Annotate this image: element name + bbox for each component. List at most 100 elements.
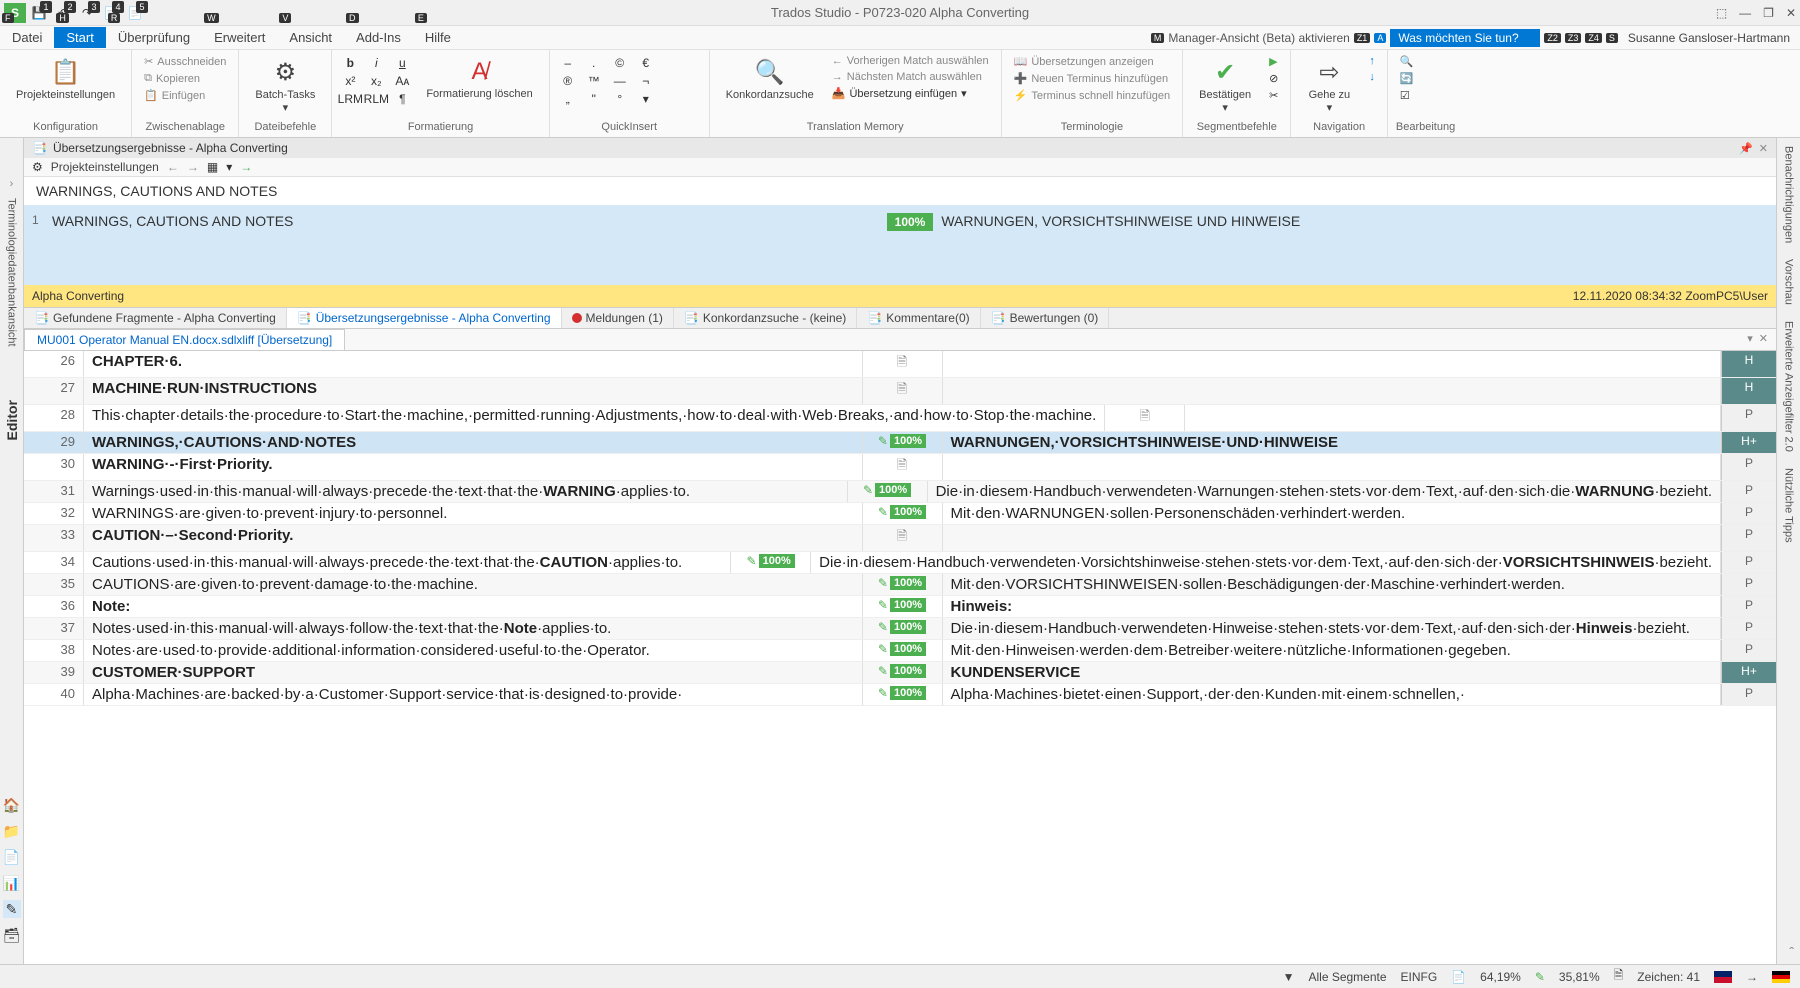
menu-hilfe[interactable]: HilfeE — [413, 27, 463, 48]
segment-source[interactable]: CHAPTER·6. — [84, 351, 863, 377]
qat-item-5[interactable]: 📄5 — [124, 3, 146, 23]
tell-me-search[interactable]: Was möchten Sie tun? — [1390, 29, 1540, 47]
paste-button[interactable]: 📋Einfügen — [140, 88, 230, 103]
segment-source[interactable]: CAUTIONS·are·given·to·prevent·damage·to·… — [84, 574, 863, 595]
segment-row[interactable]: 31Warnings·used·in·this·manual·will·alwa… — [24, 481, 1776, 503]
segment-source[interactable]: CUSTOMER·SUPPORT — [84, 662, 863, 683]
select-button[interactable]: ☑ — [1396, 88, 1455, 103]
menu-überprüfung[interactable]: ÜberprüfungR — [106, 27, 202, 48]
collapse-ribbon-icon[interactable]: ˆ — [1789, 944, 1794, 960]
segment-row[interactable]: 35CAUTIONS·are·given·to·prevent·damage·t… — [24, 574, 1776, 596]
segment-row[interactable]: 29WARNINGS,·CAUTIONS·AND·NOTES✎100%WARNU… — [24, 432, 1776, 454]
find-button[interactable]: 🔍 — [1396, 54, 1455, 69]
nav-back-icon[interactable]: ← — [167, 160, 179, 174]
segment-target[interactable]: Die·in·diesem·Handbuch·verwendeten·Hinwe… — [943, 618, 1722, 639]
sub-tab[interactable]: 📑 Kommentare(0) — [857, 308, 980, 328]
segment-row[interactable]: 26CHAPTER·6.🗎H — [24, 351, 1776, 378]
user-name[interactable]: Susanne Gansloser-Hartmann — [1622, 31, 1796, 45]
right-panel-tab[interactable]: Nützliche Tipps — [1783, 460, 1795, 551]
segment-source[interactable]: WARNINGS·are·given·to·prevent·injury·to·… — [84, 503, 863, 524]
sub-tab[interactable]: 📑 Übersetzungsergebnisse - Alpha Convert… — [287, 308, 562, 328]
next-match-button[interactable]: → Nächsten Match auswählen — [828, 70, 993, 84]
pin-icon[interactable]: 📌 — [1739, 142, 1753, 155]
sub-tab[interactable]: 📑 Bewertungen (0) — [981, 308, 1110, 328]
files-icon[interactable]: 📄 — [3, 848, 21, 866]
clear-formatting-button[interactable]: A̸ Formatierung löschen — [418, 54, 540, 104]
segment-target[interactable]: Die·in·diesem·Handbuch·verwendeten·Vorsi… — [811, 552, 1721, 573]
menu-datei[interactable]: DateiF — [0, 27, 54, 48]
segment-source[interactable]: Alpha·Machines·are·backed·by·a·Customer·… — [84, 684, 863, 705]
lrm-button[interactable]: LRM — [340, 90, 360, 108]
nav-fwd-icon[interactable]: → — [187, 160, 199, 174]
copy-button[interactable]: ⧉Kopieren — [140, 71, 230, 86]
tm-icon-2[interactable]: ▾ — [226, 160, 232, 174]
close-icon[interactable]: ✕ — [1786, 6, 1796, 20]
projekteinstellungen-button[interactable]: 📋 Projekteinstellungen — [8, 54, 123, 105]
segment-target[interactable]: WARNUNGEN,·VORSICHTSHINWEISE·UND·HINWEIS… — [943, 432, 1722, 453]
konkordanzsuche-button[interactable]: 🔍 Konkordanzsuche — [718, 54, 822, 105]
segment-source[interactable]: Note: — [84, 596, 863, 617]
segment-target[interactable]: Mit·den·Hinweisen·werden·dem·Betreiber·w… — [943, 640, 1722, 661]
segment-row[interactable]: 28This·chapter·details·the·procedure·to·… — [24, 405, 1776, 432]
bold-button[interactable]: b — [340, 54, 360, 72]
sub-tab[interactable]: 📑 Konkordanzsuche - (keine) — [674, 308, 857, 328]
right-panel-tab[interactable]: Vorschau — [1783, 251, 1795, 313]
minimize-icon[interactable]: — — [1739, 6, 1751, 20]
segment-source[interactable]: Notes·used·in·this·manual·will·always·fo… — [84, 618, 863, 639]
menu-erweitert[interactable]: ErweitertW — [202, 27, 277, 48]
insert-mode[interactable]: EINFG — [1401, 970, 1438, 984]
bestaetigen-button[interactable]: ✔ Bestätigen ▾ — [1191, 54, 1259, 118]
segment-target[interactable] — [943, 525, 1722, 551]
segment-row[interactable]: 38Notes·are·used·to·provide·additional·i… — [24, 640, 1776, 662]
segment-target[interactable]: Die·in·diesem·Handbuch·verwendeten·Warnu… — [928, 481, 1721, 502]
segment-target[interactable]: Mit·den·WARNUNGEN·sollen·Personenschäden… — [943, 503, 1722, 524]
segment-row[interactable]: 30WARNING·-·First·Priority.🗎P — [24, 454, 1776, 481]
filter-icon[interactable]: ▼ — [1283, 970, 1295, 984]
menu-start[interactable]: StartH — [54, 27, 105, 48]
segment-row[interactable]: 39CUSTOMER·SUPPORT✎100%KUNDENSERVICEH+ — [24, 662, 1776, 684]
gehe-zu-button[interactable]: ⇨ Gehe zu ▾ — [1299, 54, 1359, 118]
segment-row[interactable]: 32WARNINGS·are·given·to·prevent·injury·t… — [24, 503, 1776, 525]
prev-match-button[interactable]: ← Vorherigen Match auswählen — [828, 54, 993, 68]
segment-row[interactable]: 33CAUTION·–·Second·Priority.🗎P — [24, 525, 1776, 552]
sub-tab[interactable]: Meldungen (1) — [562, 308, 674, 328]
terminology-panel-tab[interactable]: Terminologiedatenbankansicht — [6, 190, 18, 355]
qat-redo-icon[interactable]: ↷3 — [76, 3, 98, 23]
italic-button[interactable]: i — [366, 54, 386, 72]
cut-button[interactable]: ✂Ausschneiden — [140, 54, 230, 69]
batch-tasks-button[interactable]: ⚙ Batch-Tasks ▾ — [247, 54, 323, 118]
right-panel-tab[interactable]: Erweiterte Anzeigefilter 2.0 — [1783, 313, 1795, 460]
segment-source[interactable]: Cautions·used·in·this·manual·will·always… — [84, 552, 731, 573]
pilcrow-button[interactable]: ¶ — [392, 90, 412, 108]
rlm-button[interactable]: RLM — [366, 90, 386, 108]
qat-save-icon[interactable]: 💾1 — [28, 3, 50, 23]
sub-tab[interactable]: 📑 Gefundene Fragmente - Alpha Converting — [24, 308, 287, 328]
segment-row[interactable]: 27MACHINE·RUN·INSTRUCTIONS🗎H — [24, 378, 1776, 405]
segment-target[interactable] — [943, 351, 1722, 377]
tm-settings-link[interactable]: Projekteinstellungen — [51, 160, 159, 174]
nav-down-icon[interactable]: ↓ — [1365, 70, 1379, 84]
segment-row[interactable]: 34Cautions·used·in·this·manual·will·alwa… — [24, 552, 1776, 574]
projects-icon[interactable]: 📁 — [3, 822, 21, 840]
tm-icon-1[interactable]: ▦ — [207, 160, 218, 174]
manager-view-link[interactable]: Manager-Ansicht (Beta) aktivieren — [1168, 31, 1349, 45]
segment-source[interactable]: This·chapter·details·the·procedure·to·St… — [84, 405, 1105, 431]
filter-label[interactable]: Alle Segmente — [1308, 970, 1386, 984]
add-term-button[interactable]: ➕ Neuen Terminus hinzufügen — [1010, 71, 1175, 86]
segment-row[interactable]: 40Alpha·Machines·are·backed·by·a·Custome… — [24, 684, 1776, 706]
maximize-icon[interactable]: ❐ — [1763, 6, 1774, 20]
replace-button[interactable]: 🔄 — [1396, 71, 1455, 86]
segment-target[interactable] — [1185, 405, 1721, 431]
tm-settings-icon[interactable]: ⚙ — [32, 160, 43, 174]
superscript-button[interactable]: x² — [340, 72, 360, 90]
underline-button[interactable]: u — [392, 54, 412, 72]
segment-row[interactable]: 37Notes·used·in·this·manual·will·always·… — [24, 618, 1776, 640]
segment-source[interactable]: WARNINGS,·CAUTIONS·AND·NOTES — [84, 432, 863, 453]
document-tab[interactable]: MU001 Operator Manual EN.docx.sdlxliff [… — [24, 329, 345, 350]
segment-target[interactable]: KUNDENSERVICE — [943, 662, 1722, 683]
insert-translation-button[interactable]: 📥 Übersetzung einfügen ▾ — [828, 86, 993, 101]
expand-icon[interactable]: › — [10, 178, 14, 190]
segment-target[interactable] — [943, 454, 1722, 480]
tm-icon[interactable]: 🗃 — [3, 926, 21, 944]
segment-target[interactable]: Alpha·Machines·bietet·einen·Support,·der… — [943, 684, 1722, 705]
